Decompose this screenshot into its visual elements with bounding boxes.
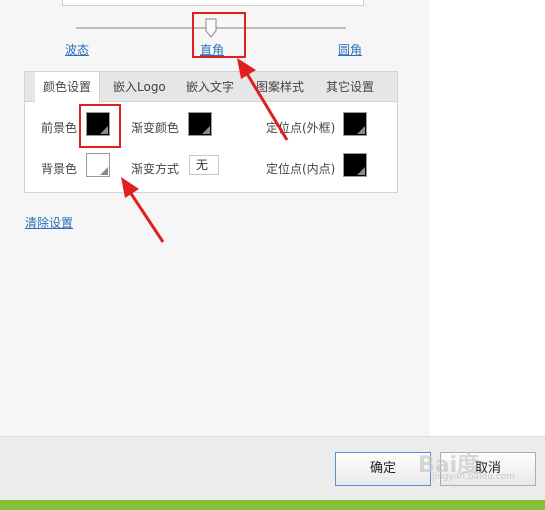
anchor-outer-label: 定位点(外框) [266,121,336,135]
top-panel-edge [62,0,364,6]
dropdown-corner-icon [357,126,365,134]
tab-color-settings[interactable]: 颜色设置 [35,72,101,103]
tab-pattern-style[interactable]: 图案样式 [248,72,312,102]
corner-style-slider-thumb[interactable] [205,18,217,38]
annotation-arrow-background [128,191,165,243]
slider-label-wave[interactable]: 波态 [65,41,89,58]
dropdown-corner-icon [100,126,108,134]
tab-embed-text[interactable]: 嵌入文字 [178,72,242,102]
slider-label-rounded[interactable]: 圆角 [338,41,362,58]
background-color-swatch[interactable] [86,153,110,177]
clear-settings-link[interactable]: 清除设置 [25,214,73,231]
anchor-outer-swatch[interactable] [343,112,367,136]
settings-panel: 颜色设置 嵌入Logo 嵌入文字 图案样式 其它设置 前景色 渐变颜色 定位点(… [24,71,398,193]
gradient-color-label: 渐变颜色 [131,121,180,135]
foreground-color-swatch[interactable] [86,112,110,136]
gradient-mode-label: 渐变方式 [131,162,180,176]
ok-button[interactable]: 确定 [335,452,431,486]
dropdown-corner-icon [357,167,365,175]
slider-label-right-angle[interactable]: 直角 [200,41,224,58]
tab-embed-logo[interactable]: 嵌入Logo [105,72,174,102]
anchor-inner-swatch[interactable] [343,153,367,177]
dropdown-corner-icon [202,126,210,134]
cancel-button[interactable]: 取消 [440,452,536,486]
background-color-label: 背景色 [41,162,78,176]
right-panel [430,0,545,436]
gradient-color-swatch[interactable] [188,112,212,136]
status-bar [0,500,545,510]
tab-bar: 颜色设置 嵌入Logo 嵌入文字 图案样式 其它设置 [25,72,397,103]
tab-other-settings[interactable]: 其它设置 [318,72,382,102]
dropdown-corner-icon [100,167,108,175]
dialog-footer: 确定 取消 [0,436,545,500]
foreground-color-label: 前景色 [41,121,78,135]
gradient-mode-select[interactable]: 无 [189,155,219,175]
anchor-inner-label: 定位点(内点) [266,162,336,176]
